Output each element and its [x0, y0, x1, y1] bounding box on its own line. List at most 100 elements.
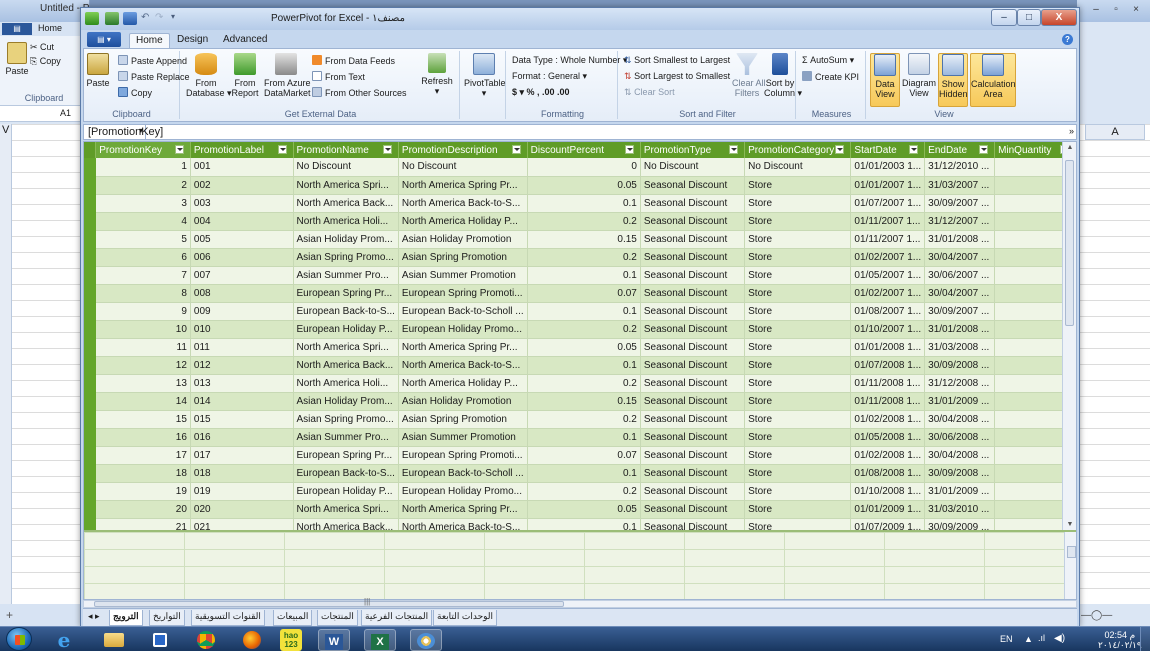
data-view-button[interactable]: Data View [870, 53, 900, 107]
table-row[interactable]: 3 003 North America Back... North America B… [84, 194, 1076, 213]
table-cell[interactable]: Store [744, 320, 852, 339]
table-cell[interactable]: Seasonal Discount [640, 410, 746, 429]
table-cell[interactable]: 10 [95, 320, 191, 339]
table-cell[interactable]: European Spring Promoti... [398, 284, 528, 303]
table-row[interactable]: 12 012 North America Back... North America … [84, 356, 1076, 375]
table-cell[interactable]: European Holiday Promo... [398, 320, 528, 339]
undo-icon[interactable]: ↶ [141, 12, 155, 25]
table-cell[interactable]: 0.15 [527, 392, 641, 411]
row-header[interactable] [84, 212, 97, 231]
chrome-icon[interactable] [190, 629, 222, 651]
table-cell[interactable]: 9 [95, 302, 191, 321]
table-cell[interactable]: 004 [190, 212, 294, 231]
paint-file-tab[interactable]: ▤ [2, 23, 32, 35]
table-cell[interactable]: 0.07 [527, 446, 641, 465]
table-cell[interactable]: 2 [95, 176, 191, 195]
right-maximize-button[interactable]: ▫ [1107, 2, 1125, 18]
table-cell[interactable]: 30/09/2008 ... [924, 464, 996, 483]
sort-ascending-button[interactable]: ⇅ Sort Smallest to Largest [624, 55, 730, 66]
scrollbar-thumb[interactable] [1065, 160, 1074, 326]
horizontal-scrollbar[interactable]: ||| [83, 597, 1077, 608]
table-cell[interactable]: 18 [95, 464, 191, 483]
paste-button[interactable]: Paste [86, 53, 110, 88]
row-header[interactable] [84, 302, 97, 321]
table-cell[interactable]: 01/08/2008 1... [850, 464, 926, 483]
table-cell[interactable]: 011 [190, 338, 294, 357]
table-cell[interactable]: North America Back... [293, 356, 399, 375]
table-cell[interactable]: 31/03/2008 ... [924, 338, 996, 357]
table-cell[interactable]: No Discount [744, 158, 852, 177]
table-cell[interactable]: 31/01/2008 ... [924, 230, 996, 249]
from-database-button[interactable]: From Database ▾ [186, 53, 232, 98]
row-header[interactable] [84, 176, 97, 195]
row-header[interactable] [84, 338, 97, 357]
scroll-up-icon[interactable]: ▲ [1063, 144, 1076, 151]
table-row[interactable]: 5 005 Asian Holiday Prom... Asian Holiday P… [84, 230, 1076, 249]
volume-icon[interactable]: ◀) [1054, 633, 1065, 644]
table-cell[interactable]: 0.05 [527, 338, 641, 357]
table-cell[interactable]: Asian Spring Promotion [398, 410, 528, 429]
paste-replace-button[interactable]: Paste Replace [118, 71, 190, 82]
table-row[interactable]: 9 009 European Back-to-S... European Back-t… [84, 302, 1076, 321]
table-cell[interactable]: 20 [95, 500, 191, 519]
table-cell[interactable]: 01/01/2009 1... [850, 500, 926, 519]
table-cell[interactable]: 01/05/2008 1... [850, 428, 926, 447]
media-player-icon[interactable] [144, 629, 176, 651]
table-cell[interactable]: 7 [95, 266, 191, 285]
table-cell[interactable]: Asian Spring Promotion [398, 248, 528, 267]
save-icon[interactable] [123, 12, 137, 25]
table-cell[interactable]: 3 [95, 194, 191, 213]
paint-taskbar-icon[interactable] [410, 629, 442, 651]
table-cell[interactable]: 0.15 [527, 230, 641, 249]
table-cell[interactable]: Asian Holiday Promotion [398, 392, 528, 411]
format-dropdown[interactable]: Format : General ▾ [512, 71, 587, 82]
right-minimize-button[interactable]: – [1087, 2, 1105, 18]
table-cell[interactable]: 009 [190, 302, 294, 321]
table-cell[interactable]: North America Spring Pr... [398, 500, 528, 519]
table-cell[interactable]: 01/10/2008 1... [850, 482, 926, 501]
table-cell[interactable]: Seasonal Discount [640, 374, 746, 393]
column-header[interactable]: PromotionLabel [190, 142, 294, 158]
table-cell[interactable]: Store [744, 428, 852, 447]
table-cell[interactable]: European Holiday P... [293, 482, 399, 501]
table-cell[interactable]: 31/12/2008 ... [924, 374, 996, 393]
table-cell[interactable]: Store [744, 248, 852, 267]
table-cell[interactable]: 14 [95, 392, 191, 411]
calculation-area[interactable] [84, 530, 1076, 599]
column-header[interactable]: DiscountPercent [527, 142, 641, 158]
powerpivot-app-icon[interactable] [85, 12, 99, 25]
create-kpi-button[interactable]: Create KPI [802, 71, 859, 82]
language-indicator[interactable]: EN [1000, 634, 1013, 644]
table-cell[interactable]: Asian Summer Promotion [398, 428, 528, 447]
table-cell[interactable]: Seasonal Discount [640, 248, 746, 267]
table-cell[interactable]: 01/01/2008 1... [850, 338, 926, 357]
filter-dropdown-icon[interactable] [277, 144, 287, 154]
table-cell[interactable]: 007 [190, 266, 294, 285]
show-desktop-button[interactable] [1140, 627, 1150, 651]
table-cell[interactable]: Store [744, 338, 852, 357]
tab-home[interactable]: Home [129, 33, 170, 48]
table-cell[interactable]: Asian Spring Promo... [293, 410, 399, 429]
table-row[interactable]: 20 020 North America Spri... North America … [84, 500, 1076, 519]
from-text-button[interactable]: From Text [312, 71, 365, 82]
table-cell[interactable]: 019 [190, 482, 294, 501]
row-header[interactable] [84, 284, 97, 303]
row-header[interactable] [84, 428, 97, 447]
table-cell[interactable]: North America Spri... [293, 500, 399, 519]
data-type-dropdown[interactable]: Data Type : Whole Number ▾ [512, 55, 627, 66]
table-cell[interactable]: North America Holiday P... [398, 212, 528, 231]
column-header[interactable]: PromotionKey [95, 142, 191, 158]
table-cell[interactable]: 0.2 [527, 482, 641, 501]
table-cell[interactable]: 003 [190, 194, 294, 213]
table-cell[interactable]: Seasonal Discount [640, 392, 746, 411]
sheet-tab[interactable]: القنوات التسويقية [191, 610, 265, 626]
right-col-header[interactable]: A [1085, 124, 1145, 140]
table-cell[interactable]: North America Spring Pr... [398, 338, 528, 357]
from-other-sources-button[interactable]: From Other Sources [312, 87, 407, 98]
table-cell[interactable]: 002 [190, 176, 294, 195]
table-cell[interactable]: Store [744, 392, 852, 411]
table-cell[interactable]: Store [744, 482, 852, 501]
table-cell[interactable]: Seasonal Discount [640, 302, 746, 321]
calculation-area-button[interactable]: Calculation Area [970, 53, 1016, 107]
row-header[interactable] [84, 464, 97, 483]
